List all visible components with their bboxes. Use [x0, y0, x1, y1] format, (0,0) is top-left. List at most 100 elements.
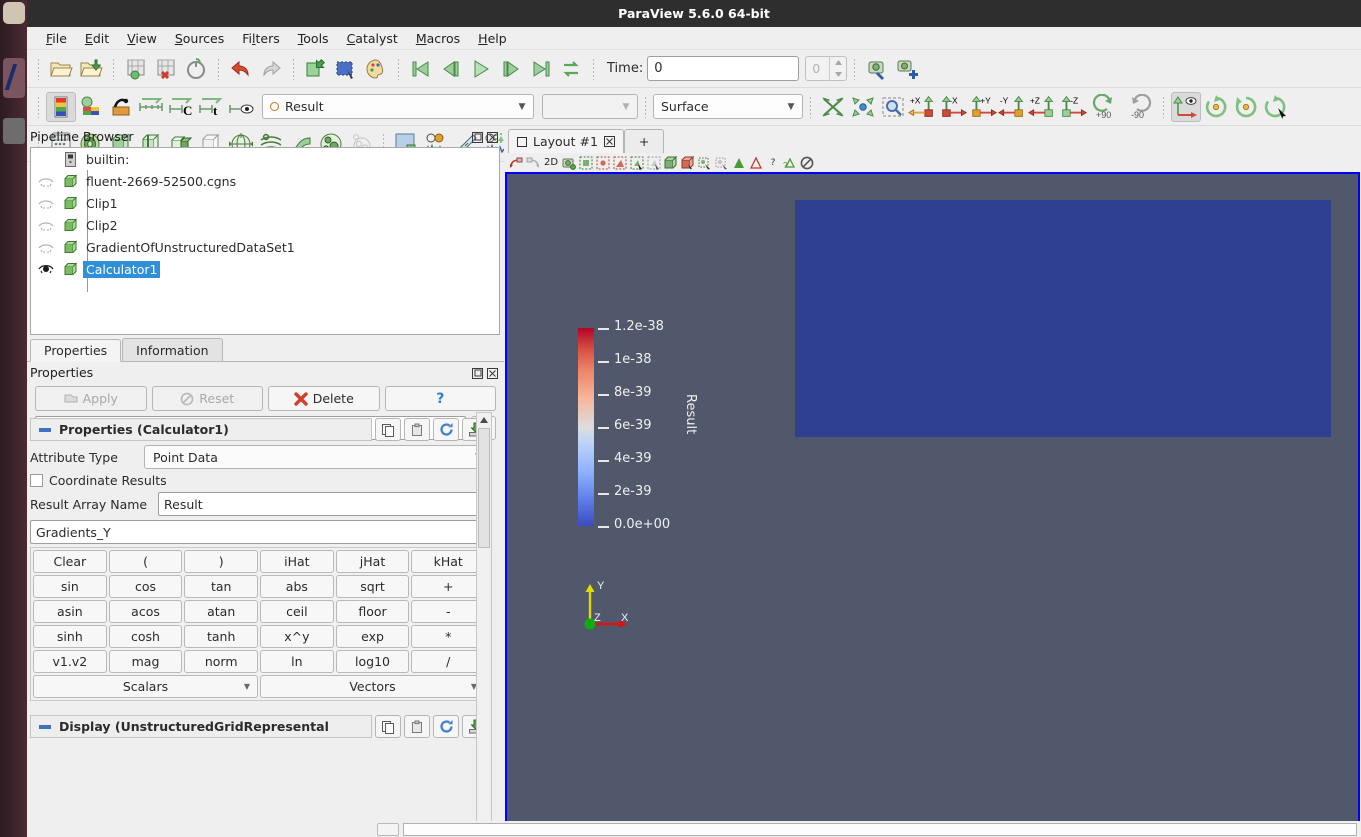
select-block-icon[interactable] [663, 155, 679, 171]
visibility-toggle[interactable] [31, 198, 61, 209]
previous-frame-icon[interactable] [436, 54, 466, 84]
spin-camera-icon[interactable] [1261, 92, 1291, 122]
pipeline-item-clip2[interactable]: Clip2 [31, 214, 499, 236]
close-icon[interactable] [487, 131, 498, 143]
roll-camera-icon[interactable] [1231, 92, 1261, 122]
select-points-box-icon[interactable] [595, 155, 611, 171]
loop-icon[interactable] [556, 54, 586, 84]
key-lparen[interactable]: ( [108, 550, 183, 573]
key-rparen[interactable]: ) [184, 550, 259, 573]
zoom-to-box-icon[interactable] [878, 92, 908, 122]
color-component-combo[interactable]: ▼ [542, 94, 638, 119]
frustum-points-icon[interactable] [697, 155, 713, 171]
save-state-icon[interactable] [151, 54, 181, 84]
rescale-visible-icon[interactable]: C [166, 92, 196, 122]
camera-undo-icon[interactable] [508, 155, 524, 171]
key-sin[interactable]: sin [33, 575, 107, 598]
select-region-icon[interactable] [331, 54, 361, 84]
reset-session-icon[interactable] [181, 54, 211, 84]
interactive-select-cells-icon[interactable]: ? [765, 155, 781, 171]
menu-macros[interactable]: Macros [407, 29, 469, 48]
render-view[interactable]: 1.2e-38 1e-38 8e-39 6e-39 4e-39 2e-39 0.… [505, 172, 1360, 833]
undo-icon[interactable] [226, 54, 256, 84]
color-array-combo[interactable]: Result ▼ [262, 94, 534, 119]
scalars-dropdown[interactable]: Scalars ▼ [33, 675, 258, 698]
key-floor[interactable]: floor [335, 600, 410, 623]
tab-layout-1[interactable]: Layout #1 [508, 129, 624, 153]
paste-display-icon[interactable] [404, 715, 430, 738]
key-ihat[interactable]: iHat [260, 550, 334, 573]
toolbar-handle[interactable] [34, 56, 43, 82]
open-file-icon[interactable] [46, 54, 76, 84]
display-section-title[interactable]: Display (UnstructuredGridRepresental [30, 715, 372, 738]
menu-catalyst[interactable]: Catalyst [338, 29, 407, 48]
attribute-type-combo[interactable]: Point Data ▼ [144, 445, 488, 469]
tab-properties[interactable]: Properties [30, 339, 122, 362]
menu-tools[interactable]: Tools [289, 29, 338, 48]
open-recent-icon[interactable] [76, 54, 106, 84]
coordinate-results-checkbox[interactable] [30, 474, 43, 487]
minus-y-icon[interactable]: -Y [998, 92, 1028, 122]
result-array-name-input[interactable]: Result [158, 492, 488, 516]
key-clear[interactable]: Clear [33, 550, 107, 573]
delete-button[interactable]: Delete [268, 386, 380, 411]
float-icon[interactable] [472, 131, 483, 143]
capture-icon[interactable] [561, 155, 577, 171]
add-layout-tab[interactable]: + [623, 129, 665, 153]
hover-points-icon[interactable] [748, 155, 764, 171]
copy-properties-icon[interactable] [375, 418, 401, 441]
key-cos[interactable]: cos [108, 575, 183, 598]
key-tan[interactable]: tan [184, 575, 259, 598]
toggle-color-legend-icon[interactable] [226, 92, 256, 122]
geometry-surface[interactable] [795, 200, 1331, 437]
key-mag[interactable]: mag [108, 650, 183, 673]
menu-help[interactable]: Help [469, 29, 516, 48]
key-plus[interactable]: + [411, 575, 486, 598]
key-norm[interactable]: norm [184, 650, 259, 673]
toolbar-handle[interactable] [34, 94, 43, 120]
reset-button[interactable]: Reset [151, 386, 263, 411]
rescale-to-data-icon[interactable] [76, 92, 106, 122]
minus-z-icon[interactable]: -Z [1058, 92, 1088, 122]
first-frame-icon[interactable] [406, 54, 436, 84]
pipeline-item-fluent-cgns[interactable]: fluent-2669-52500.cgns [31, 170, 499, 192]
select-points-polygon-icon[interactable] [629, 155, 645, 171]
visibility-toggle[interactable] [31, 263, 61, 275]
minus-x-icon[interactable]: -X [938, 92, 968, 122]
save-screenshot-icon[interactable] [862, 54, 892, 84]
collapse-icon[interactable] [39, 427, 51, 432]
show-orientation-axes-icon[interactable] [1171, 91, 1201, 122]
reset-camera-icon[interactable] [818, 92, 848, 122]
launcher-files-icon[interactable] [3, 58, 25, 98]
menu-view[interactable]: View [118, 29, 166, 48]
key-atan[interactable]: atan [184, 600, 259, 623]
pipeline-item-builtin[interactable]: builtin: [31, 148, 499, 170]
clear-selection-icon[interactable] [799, 155, 815, 171]
add-camera-icon[interactable] [892, 54, 922, 84]
tab-information[interactable]: Information [122, 338, 223, 361]
restore-defaults-icon[interactable] [433, 418, 459, 441]
visibility-toggle[interactable] [31, 220, 61, 231]
rescale-time-icon[interactable]: t [196, 92, 226, 122]
key-sqrt[interactable]: sqrt [335, 575, 410, 598]
save-data-icon[interactable] [121, 54, 151, 84]
frame-spin-arrows[interactable] [829, 56, 846, 81]
restore-display-defaults-icon[interactable] [433, 715, 459, 738]
pipeline-item-clip1[interactable]: Clip1 [31, 192, 499, 214]
visibility-toggle[interactable] [31, 242, 61, 253]
plus-y-icon[interactable]: +Y [968, 92, 998, 122]
paste-properties-icon[interactable] [404, 418, 430, 441]
menu-file[interactable]: File [37, 29, 76, 48]
frame-spinbox[interactable]: 0 [805, 56, 848, 81]
pipeline-tree[interactable]: builtin: fluent-2669-52500.cgns Clip1 Cl… [30, 147, 500, 335]
redo-icon[interactable] [256, 54, 286, 84]
hover-cells-icon[interactable] [731, 155, 747, 171]
orientation-axes-widget[interactable]: Y X Z [581, 574, 651, 634]
launcher-terminal-icon[interactable] [3, 118, 25, 144]
properties-scrollbar[interactable] [476, 412, 492, 836]
key-log10[interactable]: log10 [335, 650, 410, 673]
frustum-cells-icon[interactable] [680, 155, 696, 171]
vectors-dropdown[interactable]: Vectors ▼ [260, 675, 485, 698]
next-frame-icon[interactable] [496, 54, 526, 84]
rescale-temporal-icon[interactable] [136, 92, 166, 122]
